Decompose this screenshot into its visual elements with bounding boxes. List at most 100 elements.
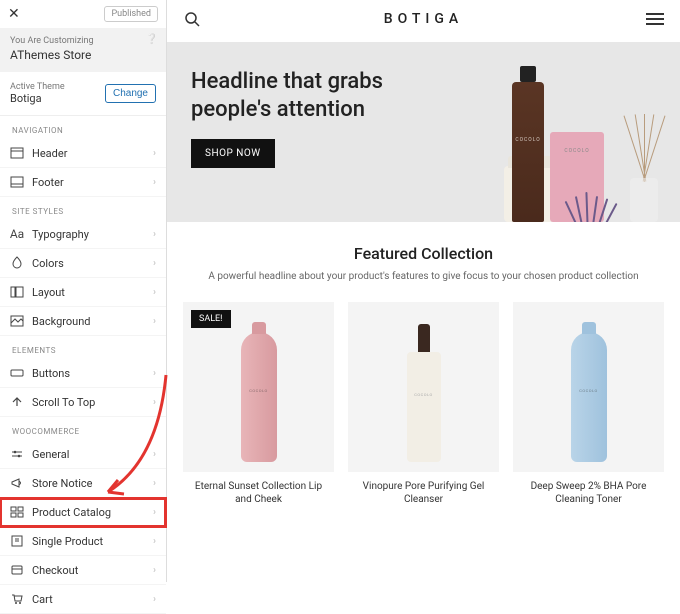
typography-icon: Aa <box>10 227 24 241</box>
product-title: Deep Sweep 2% BHA Pore Cleaning Toner <box>513 472 664 506</box>
sidebar-item-store-notice[interactable]: Store Notice › <box>0 469 166 498</box>
sidebar-item-label: Scroll To Top <box>32 396 95 409</box>
sidebar-item-product-catalog[interactable]: Product Catalog › <box>0 498 166 527</box>
background-icon <box>10 314 24 328</box>
chevron-right-icon: › <box>153 397 156 408</box>
site-name: AThemes Store <box>10 48 156 62</box>
hamburger-icon[interactable] <box>646 13 664 25</box>
help-icon[interactable]: ❔ <box>146 34 158 45</box>
checkout-icon <box>10 563 24 577</box>
product-title: Eternal Sunset Collection Lip and Cheek <box>183 472 334 506</box>
sidebar-item-label: Typography <box>32 228 89 241</box>
chevron-right-icon: › <box>153 287 156 298</box>
sidebar-item-label: Single Product <box>32 535 103 548</box>
sidebar-top: ✕ Published <box>0 0 166 28</box>
sidebar-item-label: Layout <box>32 286 65 299</box>
sidebar-header: You Are Customizing AThemes Store ❔ <box>0 28 166 72</box>
cart-icon <box>10 592 24 606</box>
header-icon <box>10 146 24 160</box>
hero-product-bottle <box>512 82 544 222</box>
chevron-right-icon: › <box>153 594 156 605</box>
search-icon[interactable] <box>183 10 201 28</box>
product-card[interactable]: SALE! Eternal Sunset Collection Lip and … <box>183 302 334 506</box>
section-woocommerce: WOOCOMMERCE <box>0 417 166 440</box>
general-icon <box>10 447 24 461</box>
product-image: SALE! <box>183 302 334 472</box>
sidebar-item-label: Cart <box>32 593 53 606</box>
sidebar-item-label: Background <box>32 315 90 328</box>
product-thumb <box>571 332 607 462</box>
product-card[interactable]: Vinopure Pore Purifying Gel Cleanser <box>348 302 499 506</box>
sidebar-item-label: Store Notice <box>32 477 92 490</box>
catalog-icon <box>10 505 24 519</box>
product-image <box>348 302 499 472</box>
preview-header: BOTIGA <box>167 0 680 42</box>
section-elements: ELEMENTS <box>0 336 166 359</box>
customizing-label: You Are Customizing <box>10 36 156 46</box>
product-title: Vinopure Pore Purifying Gel Cleanser <box>348 472 499 506</box>
section-site-styles: SITE STYLES <box>0 197 166 220</box>
scroll-top-icon <box>10 395 24 409</box>
chevron-right-icon: › <box>153 229 156 240</box>
buttons-icon <box>10 366 24 380</box>
site-preview: BOTIGA Headline that grabs people's atte… <box>167 0 680 582</box>
sidebar-item-header[interactable]: Header › <box>0 139 166 168</box>
sidebar-item-label: Buttons <box>32 367 70 380</box>
chevron-right-icon: › <box>153 565 156 576</box>
change-theme-button[interactable]: Change <box>105 84 156 103</box>
featured-section: Featured Collection A powerful headline … <box>167 222 680 292</box>
chevron-right-icon: › <box>153 536 156 547</box>
chevron-right-icon: › <box>153 316 156 327</box>
sidebar-item-label: Checkout <box>32 564 78 577</box>
sidebar-item-label: General <box>32 448 69 461</box>
section-navigation: NAVIGATION <box>0 116 166 139</box>
chevron-right-icon: › <box>153 368 156 379</box>
hero-section: Headline that grabs people's attention S… <box>167 42 680 222</box>
customizer-sidebar: ✕ Published You Are Customizing AThemes … <box>0 0 167 582</box>
sidebar-item-buttons[interactable]: Buttons › <box>0 359 166 388</box>
product-grid: SALE! Eternal Sunset Collection Lip and … <box>167 292 680 516</box>
featured-subtitle: A powerful headline about your product's… <box>183 271 664 282</box>
sidebar-item-cart[interactable]: Cart › <box>0 585 166 614</box>
megaphone-icon <box>10 476 24 490</box>
sidebar-item-scroll-top[interactable]: Scroll To Top › <box>0 388 166 417</box>
product-image <box>513 302 664 472</box>
hero-headline: Headline that grabs people's attention <box>191 68 431 123</box>
chevron-right-icon: › <box>153 449 156 460</box>
sidebar-item-typography[interactable]: Aa Typography › <box>0 220 166 249</box>
sidebar-item-label: Footer <box>32 176 64 189</box>
footer-icon <box>10 175 24 189</box>
close-icon[interactable]: ✕ <box>8 6 20 22</box>
published-status: Published <box>104 6 158 22</box>
chevron-right-icon: › <box>153 177 156 188</box>
sidebar-item-label: Header <box>32 147 67 160</box>
active-theme-label: Active Theme <box>10 82 65 92</box>
layout-icon <box>10 285 24 299</box>
sidebar-item-background[interactable]: Background › <box>0 307 166 336</box>
chevron-right-icon: › <box>153 258 156 269</box>
hero-lavender <box>566 190 626 222</box>
active-theme-panel: Active Theme Botiga Change <box>0 72 166 116</box>
sidebar-item-colors[interactable]: Colors › <box>0 249 166 278</box>
sale-badge: SALE! <box>191 310 231 328</box>
sidebar-item-label: Colors <box>32 257 64 270</box>
sidebar-item-checkout[interactable]: Checkout › <box>0 556 166 585</box>
hero-diffuser <box>620 112 668 222</box>
active-theme-name: Botiga <box>10 92 65 105</box>
colors-icon <box>10 256 24 270</box>
shop-now-button[interactable]: SHOP NOW <box>191 139 275 168</box>
sidebar-item-footer[interactable]: Footer › <box>0 168 166 197</box>
product-thumb <box>241 332 277 462</box>
sidebar-item-general[interactable]: General › <box>0 440 166 469</box>
chevron-right-icon: › <box>153 478 156 489</box>
chevron-right-icon: › <box>153 148 156 159</box>
brand-logo: BOTIGA <box>384 11 463 27</box>
sidebar-item-label: Product Catalog <box>32 506 111 519</box>
sidebar-item-single-product[interactable]: Single Product › <box>0 527 166 556</box>
chevron-right-icon: › <box>153 507 156 518</box>
product-card[interactable]: Deep Sweep 2% BHA Pore Cleaning Toner <box>513 302 664 506</box>
product-thumb <box>407 352 441 462</box>
sidebar-item-layout[interactable]: Layout › <box>0 278 166 307</box>
single-product-icon <box>10 534 24 548</box>
featured-title: Featured Collection <box>183 244 664 263</box>
